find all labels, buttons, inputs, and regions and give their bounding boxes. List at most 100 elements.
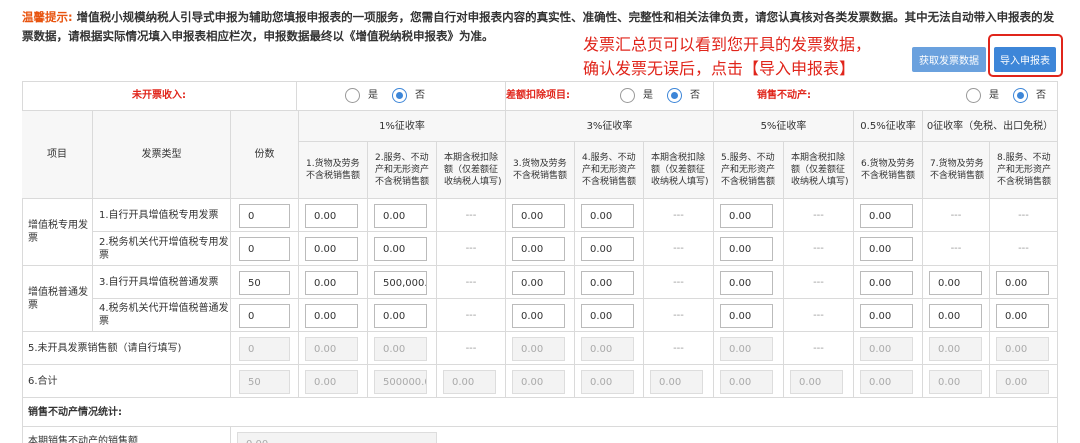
real-estate-sales-cell: 0.00	[231, 427, 1058, 443]
empty-dash: ---	[813, 309, 824, 321]
value-cell: 0.00	[990, 332, 1058, 365]
value-cell: 0.00	[990, 299, 1058, 332]
rate3-services-input[interactable]: 0.00	[581, 237, 634, 261]
fetch-invoice-data-button[interactable]: 获取发票数据	[912, 47, 986, 72]
rate1-goods-input[interactable]: 0.00	[305, 304, 358, 328]
value-cell: 0.00	[854, 365, 923, 398]
rate05-goods-input[interactable]: 0.00	[860, 204, 913, 228]
rate05-goods-input[interactable]: 0.00	[860, 370, 913, 394]
value-cell: 0.00	[923, 332, 990, 365]
value-cell: 0.00	[575, 365, 644, 398]
rate1-services-input[interactable]: 0.00	[374, 204, 427, 228]
rate3-services-input[interactable]: 0.00	[581, 204, 634, 228]
uninvoiced-yes-radio[interactable]	[345, 88, 360, 103]
rate3-goods-input[interactable]: 0.00	[512, 204, 565, 228]
empty-dash: ---	[673, 309, 684, 321]
col-header: 本期含税扣除额（仅差额征收纳税人填写)	[437, 142, 506, 199]
empty-dash: ---	[465, 342, 477, 354]
rate05-goods-input[interactable]: 0.00	[860, 337, 913, 361]
rate0-goods-input[interactable]: 0.00	[929, 304, 982, 328]
rate3-goods-input[interactable]: 0.00	[512, 304, 565, 328]
rate3-services-input[interactable]: 0.00	[581, 304, 634, 328]
rate1-goods-input[interactable]: 0.00	[305, 237, 358, 261]
deduction-yes-radio[interactable]	[620, 88, 635, 103]
count-input[interactable]: 0	[239, 237, 290, 261]
rate5-deduction-input[interactable]: 0.00	[790, 370, 843, 394]
declaration-table: 未开票收入: 是 否 差额扣除项目: 是 否 销售不动产: 是 否 项目 发票类…	[22, 81, 1058, 443]
count-cell: 0	[231, 232, 299, 266]
value-cell: 0.00	[575, 299, 644, 332]
value-cell: 0.00	[299, 199, 368, 232]
rate3-goods-input[interactable]: 0.00	[512, 237, 565, 261]
rate05-goods-input[interactable]: 0.00	[860, 237, 913, 261]
rate3-goods-input[interactable]: 0.00	[512, 370, 565, 394]
uninvoiced-no-radio[interactable]	[392, 88, 407, 103]
value-cell: 0.00	[575, 199, 644, 232]
rate3-services-input[interactable]: 0.00	[581, 271, 634, 295]
rate3-goods-input[interactable]: 0.00	[512, 271, 565, 295]
rate0-goods-input[interactable]: 0.00	[929, 370, 982, 394]
value-cell: 500000.00	[368, 365, 437, 398]
header-rate-1: 1%征收率	[299, 111, 506, 142]
real-estate-yes-radio[interactable]	[966, 88, 981, 103]
real-estate-no-radio[interactable]	[1013, 88, 1028, 103]
rate1-goods-input[interactable]: 0.00	[305, 370, 358, 394]
rate5-services-input[interactable]: 0.00	[720, 370, 773, 394]
rate1-services-input[interactable]: 0.00	[374, 237, 427, 261]
rate0-services-input[interactable]: 0.00	[996, 370, 1049, 394]
header-rate-0: 0征收率（免税、出口免税）	[923, 111, 1058, 142]
row-type-label: 4.税务机关代开增值税普通发票	[93, 299, 231, 332]
rate0-services-input[interactable]: 0.00	[996, 304, 1049, 328]
rate1-services-input[interactable]: 500,000.00	[374, 271, 427, 295]
deduction-label: 差额扣除项目:	[506, 81, 570, 111]
value-cell: ---	[923, 199, 990, 232]
empty-dash: ---	[950, 243, 962, 254]
rate3-deduction-input[interactable]: 0.00	[650, 370, 703, 394]
rate0-services-input[interactable]: 0.00	[996, 337, 1049, 361]
empty-dash: ---	[673, 276, 684, 288]
rate1-deduction-input[interactable]: 0.00	[443, 370, 496, 394]
count-input[interactable]: 50	[239, 370, 290, 394]
rate5-services-input[interactable]: 0.00	[720, 237, 773, 261]
rate1-services-input[interactable]: 0.00	[374, 337, 427, 361]
deduction-no-radio[interactable]	[667, 88, 682, 103]
col-header: 5.服务、不动产和无形资产不含税销售额	[714, 142, 784, 199]
value-cell: 0.00	[368, 299, 437, 332]
value-cell: 0.00	[299, 332, 368, 365]
count-input[interactable]: 50	[239, 271, 290, 295]
rate5-services-input[interactable]: 0.00	[720, 304, 773, 328]
rate1-goods-input[interactable]: 0.00	[305, 337, 358, 361]
col-header: 3.货物及劳务不含税销售额	[506, 142, 575, 199]
value-cell: 0.00	[368, 232, 437, 266]
value-cell: ---	[644, 232, 714, 266]
rate05-goods-input[interactable]: 0.00	[860, 271, 913, 295]
empty-dash: ---	[465, 276, 477, 288]
rate0-services-input[interactable]: 0.00	[996, 271, 1049, 295]
rate5-services-input[interactable]: 0.00	[720, 337, 773, 361]
rate1-services-input[interactable]: 0.00	[374, 304, 427, 328]
rate1-goods-input[interactable]: 0.00	[305, 204, 358, 228]
empty-dash: ---	[673, 243, 684, 254]
rate3-services-input[interactable]: 0.00	[581, 337, 634, 361]
row-type-label: 5.未开具发票销售额（请自行填写)	[22, 332, 231, 365]
value-cell: ---	[784, 199, 854, 232]
rate3-services-input[interactable]: 0.00	[581, 370, 634, 394]
count-input[interactable]: 0	[239, 337, 290, 361]
real-estate-sales-input[interactable]: 0.00	[237, 432, 437, 443]
value-cell: 500,000.00	[368, 266, 437, 299]
value-cell: 0.00	[854, 232, 923, 266]
rate1-services-input[interactable]: 500000.00	[374, 370, 427, 394]
value-cell: ---	[644, 332, 714, 365]
rate5-services-input[interactable]: 0.00	[720, 271, 773, 295]
value-cell: ---	[784, 232, 854, 266]
rate1-goods-input[interactable]: 0.00	[305, 271, 358, 295]
count-input[interactable]: 0	[239, 204, 290, 228]
rate5-services-input[interactable]: 0.00	[720, 204, 773, 228]
rate05-goods-input[interactable]: 0.00	[860, 304, 913, 328]
value-cell: 0.00	[575, 332, 644, 365]
rate3-goods-input[interactable]: 0.00	[512, 337, 565, 361]
count-input[interactable]: 0	[239, 304, 290, 328]
rate0-goods-input[interactable]: 0.00	[929, 271, 982, 295]
rate0-goods-input[interactable]: 0.00	[929, 337, 982, 361]
value-cell: 0.00	[437, 365, 506, 398]
